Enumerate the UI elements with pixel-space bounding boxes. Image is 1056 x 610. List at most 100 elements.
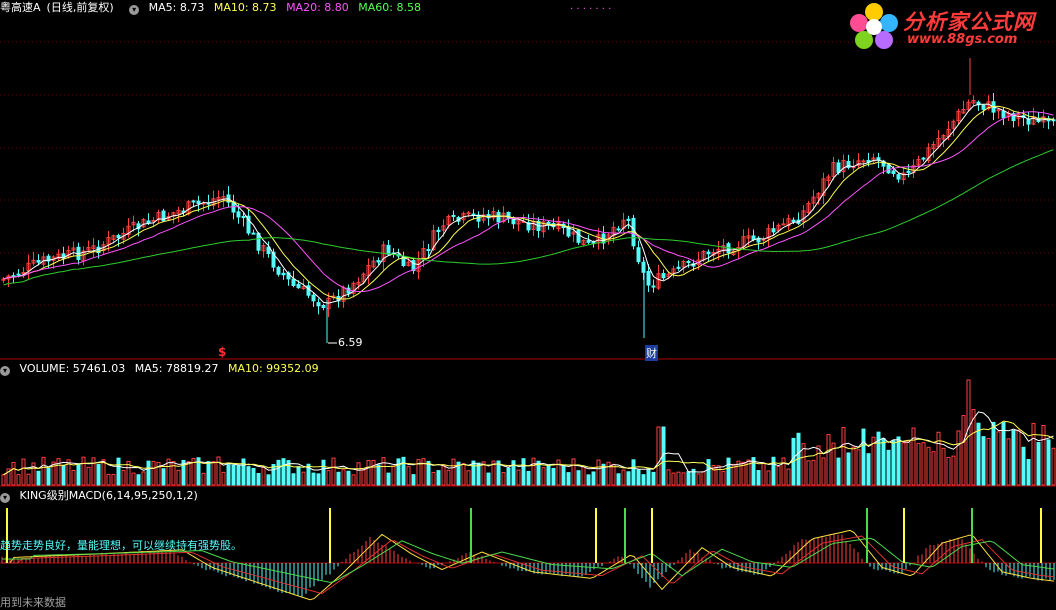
volume-bar	[346, 470, 351, 486]
volume-bar	[411, 474, 416, 486]
volume-bar	[966, 379, 971, 486]
volume-bar	[646, 468, 651, 486]
volume-ma10-value: MA10: 99352.09	[227, 362, 319, 375]
volume-bar	[46, 467, 51, 486]
volume-bar	[591, 471, 596, 486]
volume-bar	[761, 462, 766, 486]
volume-bar	[841, 427, 846, 486]
volume-bar	[211, 461, 216, 486]
volume-bar	[1006, 438, 1011, 486]
volume-bar	[1041, 424, 1046, 486]
volume-bar	[901, 442, 906, 486]
flower-logo-icon	[850, 3, 898, 49]
volume-bar	[946, 456, 951, 486]
volume-bar	[676, 471, 681, 486]
candle-body	[1001, 110, 1006, 119]
volume-bar	[121, 470, 126, 486]
volume-bar	[251, 467, 256, 486]
candle-body	[616, 228, 621, 231]
volume-bar	[426, 460, 431, 486]
volume-bar	[376, 464, 381, 486]
candle-body	[291, 278, 296, 287]
price-grid	[0, 41, 1056, 306]
volume-bar	[656, 426, 661, 486]
volume-bar	[976, 422, 981, 486]
volume-bar	[136, 474, 141, 486]
volume-bar	[606, 461, 611, 486]
candle-body	[36, 259, 41, 263]
volume-bar	[111, 473, 116, 486]
volume-bar	[221, 471, 226, 486]
volume-bar	[186, 461, 191, 486]
volume-bar	[236, 464, 241, 486]
macd-settings-icon[interactable]: ▾	[0, 493, 10, 503]
volume-bar	[26, 473, 31, 486]
candle-body	[921, 157, 926, 160]
macd-comment: 趋势走势良好，量能理想，可以继续持有强势股。	[0, 539, 242, 552]
volume-bar	[526, 470, 531, 486]
volume-bar	[986, 438, 991, 486]
volume-bar	[611, 463, 616, 486]
volume-bar	[366, 460, 371, 486]
volume-bar	[681, 472, 686, 486]
finance-marker: 财	[645, 345, 658, 361]
volume-bar	[141, 471, 146, 486]
volume-bar	[91, 457, 96, 486]
volume-bar	[471, 460, 476, 486]
ma5-value: MA5: 8.73	[148, 1, 205, 14]
volume-bar	[546, 464, 551, 486]
candle-body	[586, 240, 591, 243]
candle-body	[436, 229, 441, 233]
candle-body	[151, 219, 156, 222]
volume-bar	[636, 469, 641, 486]
volume-bar	[1036, 442, 1041, 486]
volume-bar	[326, 470, 331, 486]
candle-body	[661, 273, 666, 279]
volume-bar	[956, 430, 961, 486]
volume-bar	[36, 470, 41, 486]
volume-bar	[861, 428, 866, 486]
volume-bar	[216, 456, 221, 486]
candle-body	[626, 218, 631, 221]
volume-bar	[461, 463, 466, 486]
volume-bar	[396, 458, 401, 486]
volume-bar	[766, 470, 771, 486]
candle-body	[16, 273, 21, 276]
volume-bar	[771, 456, 776, 486]
volume-bar	[231, 464, 236, 486]
volume-bar	[161, 468, 166, 486]
volume-bar	[756, 470, 761, 486]
volume-bar	[826, 434, 831, 486]
volume-bar	[266, 474, 271, 486]
volume-bar	[151, 460, 156, 486]
volume-bar	[131, 472, 136, 486]
volume-bar	[246, 466, 251, 486]
volume-bar	[321, 459, 326, 486]
volume-bar	[541, 467, 546, 486]
volume-bar	[311, 472, 316, 486]
volume-bar	[816, 445, 821, 486]
candle-body	[886, 164, 891, 174]
volume-bar	[586, 474, 591, 486]
volume-bar	[581, 465, 586, 486]
candle-body	[311, 294, 316, 302]
volume-settings-icon[interactable]: ▾	[0, 366, 10, 376]
candle-body	[996, 109, 1001, 112]
candle-body	[876, 157, 881, 160]
volume-bar	[1026, 459, 1031, 486]
volume-panel-header: ▾ VOLUME: 57461.03 MA5: 78819.27 MA10: 9…	[0, 361, 325, 377]
volume-bar	[846, 452, 851, 486]
volume-bar	[116, 457, 121, 486]
candle-body	[296, 283, 301, 289]
volume-bar	[896, 436, 901, 486]
macd-histogram	[0, 508, 1056, 601]
volume-bar	[1016, 429, 1021, 486]
volume-bar	[886, 449, 891, 486]
settings-circle-icon[interactable]: ▾	[129, 5, 140, 15]
macd-title: KING级别MACD(6,14,95,250,1,2)	[19, 489, 198, 502]
volume-bar	[936, 431, 941, 486]
candle-body	[781, 223, 786, 226]
volume-bar	[11, 461, 16, 486]
volume-bar	[666, 469, 671, 486]
candle-body	[906, 170, 911, 173]
